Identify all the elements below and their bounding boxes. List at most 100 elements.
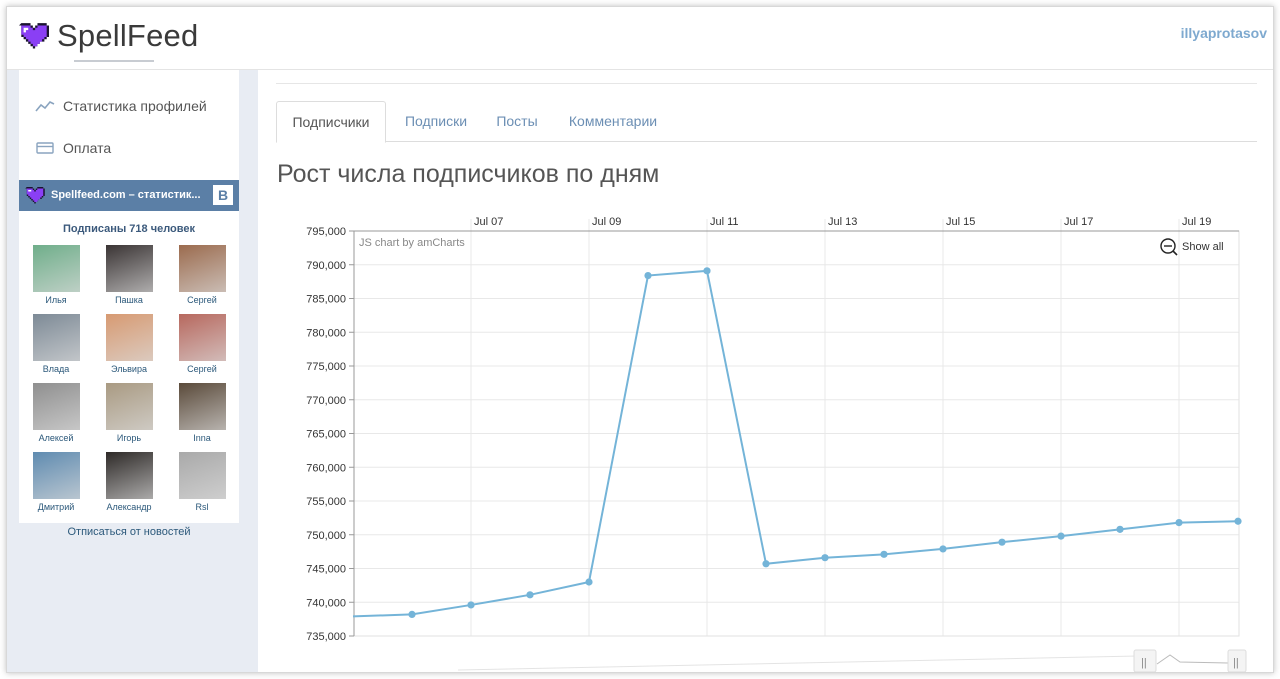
- chart-scrollbar[interactable]: || ||: [457, 649, 1247, 672]
- avatar: [105, 245, 153, 292]
- data-point[interactable]: [1234, 517, 1242, 525]
- y-tick-label: 740,000: [306, 597, 346, 609]
- friend-item[interactable]: Сергей: [170, 314, 234, 374]
- data-point[interactable]: [880, 550, 888, 558]
- friend-item[interactable]: Пашка: [97, 245, 161, 305]
- app-name: SpellFeed: [57, 18, 199, 53]
- heart-logo-icon: [19, 23, 49, 49]
- avatar: [178, 452, 226, 499]
- x-tick-label: Jul 15: [946, 216, 975, 228]
- sidebar-item-payment[interactable]: Оплата: [35, 137, 111, 159]
- friend-item[interactable]: Игорь: [97, 383, 161, 443]
- friend-item[interactable]: Сергей: [170, 245, 234, 305]
- unsubscribe-link[interactable]: Отписаться от новостей: [19, 526, 239, 538]
- friend-item[interactable]: Алексей: [24, 383, 88, 443]
- sidebar-menu: Статистика профилей Оплата: [19, 60, 239, 180]
- avatar: [32, 383, 80, 430]
- y-tick-label: 790,000: [306, 260, 346, 272]
- app-window: SpellFeed illyaprotasov Статистика профи…: [6, 6, 1274, 673]
- y-tick-label: 795,000: [306, 226, 346, 238]
- avatar: [32, 452, 80, 499]
- y-tick-label: 755,000: [306, 496, 346, 508]
- x-tick-label: Jul 19: [1182, 216, 1211, 228]
- vk-community-widget: Spellfeed.com – статистик... B Подписаны…: [19, 180, 239, 523]
- y-tick-label: 735,000: [306, 631, 346, 643]
- friend-name: Inna: [193, 433, 211, 443]
- username-link[interactable]: illyaprotasov: [1181, 25, 1267, 41]
- y-axis: 795,000 790,000 785,000 780,000 775,000 770,0…: [306, 226, 354, 643]
- y-tick-label: 770,000: [306, 395, 346, 407]
- friend-item[interactable]: Дмитрий: [24, 452, 88, 512]
- vk-widget-title: Spellfeed.com – статистик...: [51, 189, 201, 201]
- credit-card-icon: [36, 142, 54, 154]
- avatar: [178, 314, 226, 361]
- data-point[interactable]: [644, 271, 652, 280]
- friend-item[interactable]: Inna: [170, 383, 234, 443]
- chart-credit: JS chart by amCharts: [359, 237, 465, 249]
- data-point[interactable]: [408, 610, 416, 619]
- show-all-button[interactable]: Show all: [1160, 238, 1224, 256]
- friend-name: Сергей: [187, 295, 217, 305]
- avatar: [105, 452, 153, 499]
- friend-name: Алексей: [38, 433, 74, 443]
- friend-name: Илья: [45, 295, 67, 305]
- friend-name: Эльвира: [111, 364, 147, 374]
- vk-logo-icon: B: [213, 185, 233, 205]
- friend-item[interactable]: Эльвира: [97, 314, 161, 374]
- x-axis: Jul 07 Jul 09 Jul 11 Jul 13 Jul 15 Jul 17 Jul …: [474, 216, 1211, 228]
- trend-line-icon: [35, 101, 55, 112]
- show-all-label: Show all: [1182, 241, 1224, 253]
- data-point[interactable]: [585, 578, 593, 586]
- sidebar-item-label: Оплата: [63, 140, 112, 156]
- x-tick-label: Jul 13: [828, 216, 857, 228]
- scrollbar-mini-series: [1156, 654, 1229, 665]
- avatar: [32, 314, 80, 361]
- main-content: Подписчики Подписки Посты Комментарии Ро…: [258, 70, 1273, 672]
- data-point[interactable]: [939, 545, 947, 553]
- y-tick-label: 760,000: [306, 462, 346, 474]
- data-point[interactable]: [526, 591, 534, 599]
- data-point[interactable]: [821, 554, 829, 562]
- menu-cut-item: [74, 60, 154, 70]
- grip-glyph: ||: [1233, 657, 1239, 669]
- data-point[interactable]: [703, 267, 711, 275]
- data-point[interactable]: [1175, 519, 1183, 527]
- friend-name: Влада: [42, 364, 70, 374]
- friend-name: Rsl: [195, 502, 209, 512]
- scrollbar-preview: [457, 655, 1139, 671]
- series-line: [352, 269, 1239, 618]
- data-point[interactable]: [1116, 525, 1124, 533]
- avatar: [178, 383, 226, 430]
- friend-item[interactable]: Илья: [24, 245, 88, 305]
- sidebar: Статистика профилей Оплата Spellfeed.com…: [7, 60, 258, 672]
- avatar: [32, 245, 80, 292]
- friend-item[interactable]: Rsl: [170, 452, 234, 512]
- data-point[interactable]: [467, 601, 475, 609]
- friend-name: Дмитрий: [37, 502, 75, 512]
- heart-logo-icon: [25, 187, 45, 204]
- y-tick-label: 765,000: [306, 429, 346, 441]
- friend-name: Александр: [106, 502, 152, 512]
- vk-widget-header[interactable]: Spellfeed.com – статистик... B: [19, 180, 239, 211]
- chart-grid: [354, 219, 1239, 637]
- friend-item[interactable]: Влада: [24, 314, 88, 374]
- friend-name: Пашка: [115, 295, 143, 305]
- subscriber-count: Подписаны 718 человек: [62, 223, 196, 235]
- sidebar-item-label: Статистика профилей: [63, 98, 207, 114]
- avatar: [178, 245, 226, 292]
- avatar: [105, 383, 153, 430]
- data-point[interactable]: [762, 560, 770, 568]
- y-tick-label: 750,000: [306, 530, 346, 542]
- sidebar-item-profile-stats[interactable]: Статистика профилей: [35, 95, 207, 117]
- friend-name: Игорь: [116, 433, 142, 443]
- data-point[interactable]: [998, 538, 1006, 546]
- y-tick-label: 785,000: [306, 294, 346, 306]
- x-tick-label: Jul 11: [710, 216, 739, 228]
- top-bar: SpellFeed illyaprotasov: [7, 7, 1273, 70]
- data-point[interactable]: [1057, 532, 1065, 540]
- grip-glyph: ||: [1141, 657, 1147, 669]
- subscribers-line-chart: JS chart by amCharts Show all Jul 07 Jul …: [306, 216, 1247, 672]
- x-tick-label: Jul 09: [592, 216, 621, 228]
- y-tick-label: 775,000: [306, 361, 346, 373]
- friend-item[interactable]: Александр: [97, 452, 161, 512]
